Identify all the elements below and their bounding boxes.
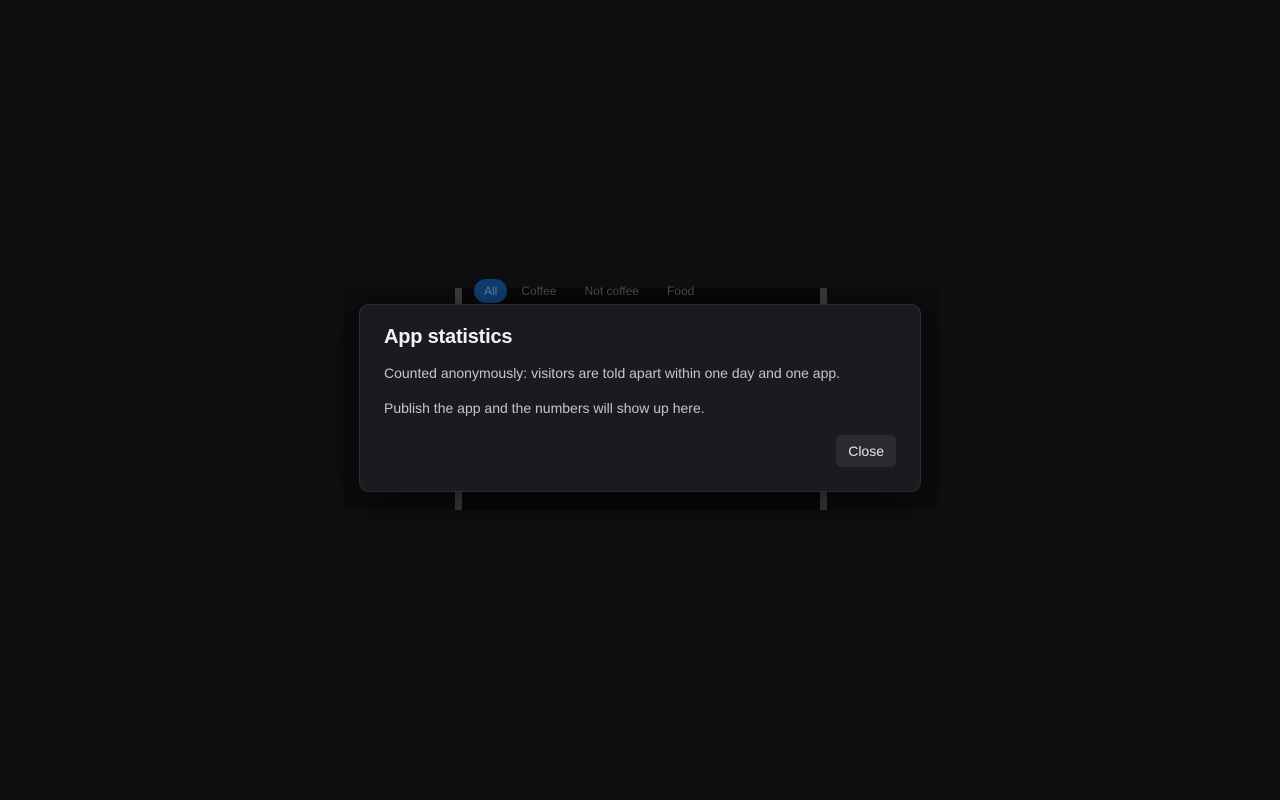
dialog-title: App statistics <box>384 326 513 348</box>
filter-chip-all: All <box>474 279 508 303</box>
dialog-empty-state-text: Publish the app and the numbers will sho… <box>384 400 705 416</box>
filter-chip-coffee: Coffee <box>521 284 557 298</box>
filter-chip-row: All Coffee Not coffee Food <box>474 279 708 303</box>
app-statistics-dialog: App statistics Counted anonymously: visi… <box>359 304 921 492</box>
filter-chip-food: Food <box>666 284 695 298</box>
close-button[interactable]: Close <box>836 435 896 467</box>
dialog-description: Counted anonymously: visitors are told a… <box>384 365 841 381</box>
filter-chip-not-coffee: Not coffee <box>584 284 639 298</box>
